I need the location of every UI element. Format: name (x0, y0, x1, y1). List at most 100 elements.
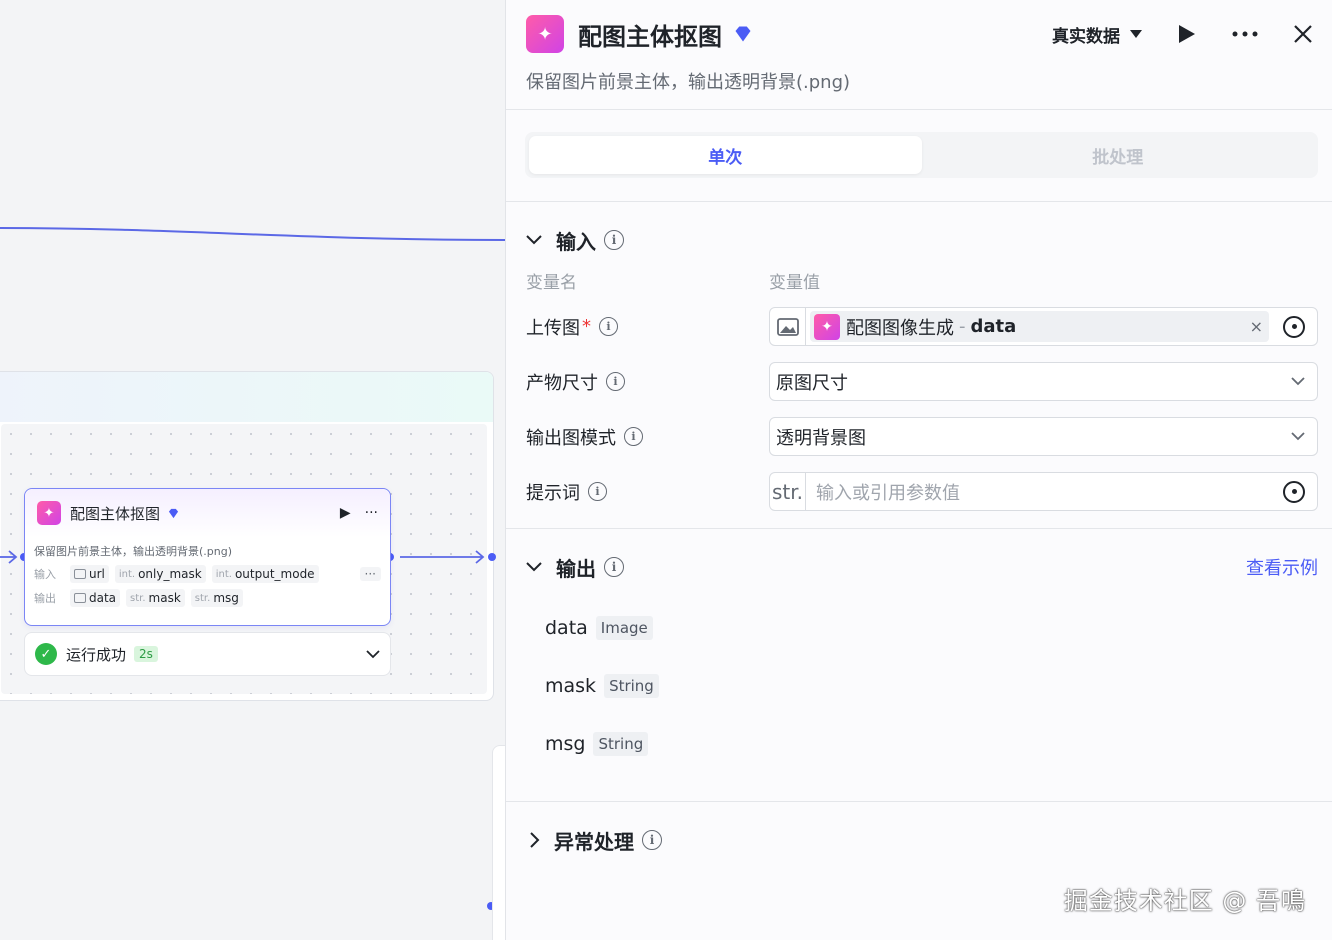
image-icon (74, 593, 86, 603)
node-title: 配图主体抠图 (70, 504, 161, 523)
prompt-input[interactable]: str. 输入或引用参数值 (769, 472, 1318, 511)
node-outputs-row: 输出 data str. mask str. msg (25, 583, 390, 607)
ref-variable: data (970, 316, 1017, 337)
info-icon[interactable]: i (588, 482, 607, 501)
output-section: 输出 i 查看示例 data Image mask String msg Str… (506, 529, 1332, 801)
success-check-icon: ✓ (35, 643, 57, 665)
panel-description: 保留图片前景主体，输出透明背景(.png) (526, 72, 851, 93)
field-label: 产物尺寸 (526, 372, 598, 394)
chevron-down-icon (1291, 432, 1305, 441)
outputs-label: 输出 (34, 592, 56, 605)
image-sparkle-icon: ✦ (37, 501, 61, 525)
next-node-input-port[interactable] (488, 553, 496, 561)
more-options-icon[interactable] (1232, 31, 1258, 37)
output-section-header[interactable]: 输出 i 查看示例 (526, 549, 1318, 585)
panel-title: 配图主体抠图 (578, 22, 722, 51)
info-icon[interactable]: i (604, 230, 624, 250)
input-section-header[interactable]: 输入 i (526, 222, 1318, 258)
inputs-label: 输入 (34, 568, 56, 581)
close-icon[interactable] (1294, 25, 1312, 43)
duration-badge: 2s (134, 646, 158, 662)
reference-picker-icon[interactable] (1283, 315, 1305, 338)
type-tag: String (604, 674, 659, 698)
prompt-placeholder: 输入或引用参数值 (816, 482, 960, 504)
tab-batch[interactable]: 批处理 (922, 136, 1315, 174)
group-header (0, 372, 493, 422)
exception-section-header[interactable]: 异常处理 i (526, 822, 1318, 858)
upload-image-field[interactable]: ✦ 配图图像生成 - data × (769, 307, 1318, 346)
watermark: 掘金技术社区 @ 吾鳴 (1063, 887, 1306, 915)
run-status-bar[interactable]: ✓ 运行成功 2s (24, 632, 391, 676)
image-sparkle-icon: ✦ (526, 15, 564, 53)
field-row-prompt: 提示词 i str. 输入或引用参数值 (526, 464, 1318, 519)
field-row-upload-image: 上传图 * i ✦ 配图图像生成 - data × (526, 299, 1318, 354)
premium-diamond-icon (168, 508, 179, 518)
caret-down-icon (1130, 29, 1142, 38)
node-inputs-row: 输入 url int. only_mask int. output_mode ··· (25, 559, 390, 583)
node-more-icon[interactable]: ··· (365, 505, 378, 521)
image-type-icon (770, 308, 806, 345)
reference-chip[interactable]: ✦ 配图图像生成 - data × (810, 311, 1269, 342)
run-mode-tabs-area: 单次 批处理 (506, 110, 1332, 202)
type-tag: String (593, 732, 649, 756)
panel-header: ✦ 配图主体抠图 真实数据 保留图片前景主体，输出透明背景(.png) (506, 0, 1332, 110)
run-play-icon[interactable] (1178, 24, 1196, 44)
col-variable-value: 变量值 (769, 273, 820, 293)
adjacent-node-stub (492, 745, 505, 940)
field-row-output-size: 产物尺寸 i 原图尺寸 (526, 354, 1318, 409)
chevron-down-icon (1291, 377, 1305, 386)
output-mode-select[interactable]: 透明背景图 (769, 417, 1318, 456)
chevron-down-icon[interactable] (526, 562, 542, 572)
node-run-icon[interactable]: ▶ (340, 505, 351, 521)
node-config-panel: ✦ 配图主体抠图 真实数据 保留图片前景主体，输出透明背景(.png) 单次 批… (505, 0, 1332, 940)
chevron-down-icon[interactable] (526, 235, 542, 245)
input-chip-only-mask: int. only_mask (114, 565, 206, 583)
image-icon (74, 569, 86, 579)
clear-reference-icon[interactable]: × (1250, 317, 1263, 336)
required-mark: * (582, 316, 591, 337)
select-value: 透明背景图 (776, 427, 866, 449)
workflow-canvas[interactable]: ✦ 配图主体抠图 ▶ ··· 保留图片前景主体，输出透明背景(.png) 输入 … (0, 0, 505, 940)
info-icon[interactable]: i (624, 427, 643, 446)
select-value: 原图尺寸 (776, 372, 848, 394)
output-item-msg: msg String (526, 715, 1318, 773)
output-item-data: data Image (526, 599, 1318, 657)
output-size-select[interactable]: 原图尺寸 (769, 362, 1318, 401)
info-icon[interactable]: i (606, 372, 625, 391)
data-mode-dropdown[interactable]: 真实数据 (1052, 22, 1142, 47)
info-icon[interactable]: i (604, 557, 624, 577)
ref-source: 配图图像生成 (846, 317, 954, 339)
field-label: 输出图模式 (526, 427, 616, 449)
input-section: 输入 i 变量名 变量值 上传图 * i ✦ 配图图像生成 - data × 产… (506, 202, 1332, 528)
info-icon[interactable]: i (642, 830, 662, 850)
premium-diamond-icon (735, 26, 751, 42)
view-example-link[interactable]: 查看示例 (1246, 554, 1318, 580)
tab-single[interactable]: 单次 (529, 136, 922, 174)
input-chip-url: url (70, 565, 109, 583)
info-icon[interactable]: i (599, 317, 618, 336)
input-chip-output-mode: int. output_mode (211, 565, 319, 583)
field-label: 上传图 (526, 317, 580, 339)
chevron-down-icon[interactable] (366, 649, 380, 659)
exception-section: 异常处理 i (506, 802, 1332, 858)
type-tag: Image (595, 616, 653, 640)
run-mode-tabs: 单次 批处理 (525, 132, 1318, 178)
chevron-right-icon[interactable] (530, 832, 540, 848)
exception-section-title: 异常处理 (554, 829, 634, 854)
output-item-mask: mask String (526, 657, 1318, 715)
more-inputs-button[interactable]: ··· (359, 567, 381, 581)
workflow-node-cutout[interactable]: ✦ 配图主体抠图 ▶ ··· 保留图片前景主体，输出透明背景(.png) 输入 … (24, 488, 391, 626)
reference-picker-icon[interactable] (1283, 480, 1305, 503)
input-section-title: 输入 (556, 229, 596, 254)
output-chip-data: data (70, 589, 121, 607)
image-gen-icon: ✦ (814, 313, 840, 340)
ref-separator: - (959, 316, 966, 337)
connection-edge (0, 227, 505, 241)
outgoing-edge (400, 550, 485, 564)
output-chip-mask: str. mask (126, 589, 185, 607)
string-type-prefix: str. (770, 473, 806, 510)
field-row-output-mode: 输出图模式 i 透明背景图 (526, 409, 1318, 464)
input-column-headers: 变量名 变量值 (526, 268, 1318, 293)
output-section-title: 输出 (556, 556, 596, 581)
col-variable-name: 变量名 (526, 273, 577, 293)
